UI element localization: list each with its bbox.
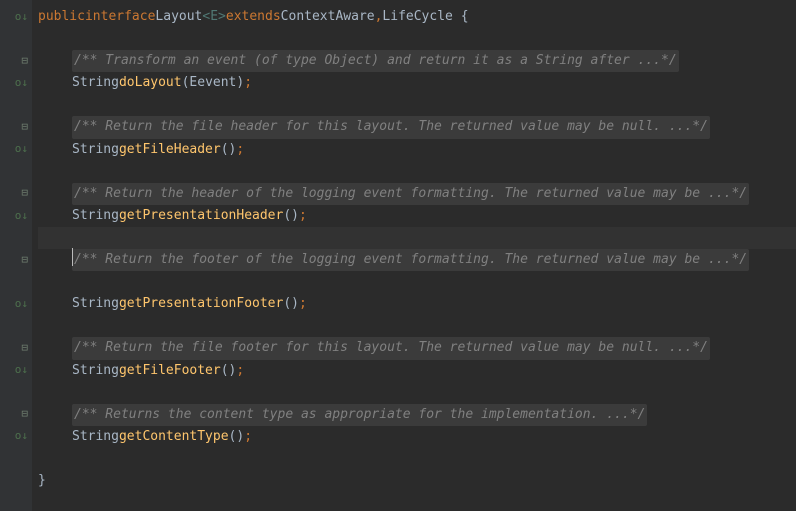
code-line[interactable]: /** Return the file header for this layo… bbox=[38, 116, 796, 138]
semicolon: ; bbox=[236, 360, 244, 382]
method-name: getPresentationHeader bbox=[119, 205, 283, 227]
code-line[interactable]: String getPresentationHeader(); bbox=[38, 205, 796, 227]
code-line[interactable]: /** Transform an event (of type Object) … bbox=[38, 50, 796, 72]
return-type: String bbox=[72, 293, 119, 315]
code-line[interactable] bbox=[38, 94, 796, 116]
brace-close: } bbox=[38, 470, 46, 492]
paren-close: ) bbox=[229, 139, 237, 161]
code-line[interactable] bbox=[38, 315, 796, 337]
generic-close: > bbox=[218, 6, 226, 28]
code-line[interactable] bbox=[38, 271, 796, 293]
code-editor[interactable]: public interface Layout<E> extends Conte… bbox=[32, 0, 796, 511]
comma: , bbox=[375, 6, 383, 28]
code-line[interactable]: String getContentType(); bbox=[38, 426, 796, 448]
code-line[interactable] bbox=[38, 382, 796, 404]
paren-open: ( bbox=[229, 426, 237, 448]
folded-javadoc[interactable]: /** Return the file footer for this layo… bbox=[72, 337, 710, 359]
code-line[interactable] bbox=[38, 448, 796, 470]
return-type: String bbox=[72, 426, 119, 448]
folded-javadoc[interactable]: /** Returns the content type as appropri… bbox=[72, 404, 647, 426]
code-line[interactable]: /** Return the file footer for this layo… bbox=[38, 337, 796, 359]
generic-param: E bbox=[210, 6, 218, 28]
method-name: getContentType bbox=[119, 426, 229, 448]
override-icon[interactable]: o↓ bbox=[15, 140, 28, 159]
override-icon[interactable]: o↓ bbox=[15, 8, 28, 27]
param-type: E bbox=[189, 72, 197, 94]
generic-open: < bbox=[202, 6, 210, 28]
override-icon[interactable]: o↓ bbox=[15, 361, 28, 380]
code-line[interactable]: String getPresentationFooter(); bbox=[38, 293, 796, 315]
code-line[interactable] bbox=[38, 28, 796, 50]
method-name: getFileFooter bbox=[119, 360, 221, 382]
fold-icon[interactable]: ⊟ bbox=[21, 184, 28, 203]
param-name: event bbox=[197, 72, 236, 94]
code-line[interactable]: String getFileHeader(); bbox=[38, 139, 796, 161]
fold-icon[interactable]: ⊟ bbox=[21, 118, 28, 137]
return-type: String bbox=[72, 205, 119, 227]
gutter: o↓ ⊟ o↓ ⊟ o↓ ⊟ o↓ ⊟ o↓ ⊟ o↓ ⊟ o↓ bbox=[0, 0, 32, 511]
type-name: LifeCycle bbox=[382, 6, 452, 28]
paren-close: ) bbox=[236, 426, 244, 448]
paren-open: ( bbox=[221, 360, 229, 382]
override-icon[interactable]: o↓ bbox=[15, 207, 28, 226]
semicolon: ; bbox=[244, 72, 252, 94]
code-line[interactable]: public interface Layout<E> extends Conte… bbox=[38, 6, 796, 28]
paren-close: ) bbox=[229, 360, 237, 382]
return-type: String bbox=[72, 360, 119, 382]
type-name: ContextAware bbox=[281, 6, 375, 28]
code-line[interactable] bbox=[38, 161, 796, 183]
semicolon: ; bbox=[244, 426, 252, 448]
keyword-public: public bbox=[38, 6, 85, 28]
code-line-active[interactable] bbox=[38, 227, 796, 249]
paren-close: ) bbox=[291, 205, 299, 227]
code-line[interactable]: /** Return the header of the logging eve… bbox=[38, 183, 796, 205]
folded-javadoc[interactable]: /** Return the header of the logging eve… bbox=[72, 183, 749, 205]
code-line[interactable]: String getFileFooter(); bbox=[38, 360, 796, 382]
paren-open: ( bbox=[221, 139, 229, 161]
fold-icon[interactable]: ⊟ bbox=[21, 405, 28, 424]
method-name: getPresentationFooter bbox=[119, 293, 283, 315]
paren-open: ( bbox=[283, 293, 291, 315]
method-name: doLayout bbox=[119, 72, 182, 94]
paren-open: ( bbox=[182, 72, 190, 94]
keyword-interface: interface bbox=[85, 6, 155, 28]
return-type: String bbox=[72, 139, 119, 161]
override-icon[interactable]: o↓ bbox=[15, 295, 28, 314]
code-line[interactable]: /** Return the footer of the logging eve… bbox=[38, 249, 796, 271]
code-line[interactable]: } bbox=[38, 470, 796, 492]
folded-javadoc[interactable]: /** Transform an event (of type Object) … bbox=[72, 50, 679, 72]
paren-open: ( bbox=[283, 205, 291, 227]
code-line[interactable]: String doLayout(E event); bbox=[38, 72, 796, 94]
return-type: String bbox=[72, 72, 119, 94]
method-name: getFileHeader bbox=[119, 139, 221, 161]
text-caret-icon bbox=[72, 248, 73, 266]
keyword-extends: extends bbox=[226, 6, 281, 28]
type-name: Layout bbox=[155, 6, 202, 28]
fold-icon[interactable]: ⊟ bbox=[21, 251, 28, 270]
override-icon[interactable]: o↓ bbox=[15, 427, 28, 446]
override-icon[interactable]: o↓ bbox=[15, 74, 28, 93]
folded-javadoc[interactable]: /** Return the footer of the logging eve… bbox=[72, 249, 749, 271]
brace-open: { bbox=[453, 6, 469, 28]
semicolon: ; bbox=[236, 139, 244, 161]
fold-icon[interactable]: ⊟ bbox=[21, 339, 28, 358]
folded-javadoc[interactable]: /** Return the file header for this layo… bbox=[72, 116, 710, 138]
semicolon: ; bbox=[299, 205, 307, 227]
paren-close: ) bbox=[236, 72, 244, 94]
paren-close: ) bbox=[291, 293, 299, 315]
semicolon: ; bbox=[299, 293, 307, 315]
fold-icon[interactable]: ⊟ bbox=[21, 52, 28, 71]
code-line[interactable]: /** Returns the content type as appropri… bbox=[38, 404, 796, 426]
